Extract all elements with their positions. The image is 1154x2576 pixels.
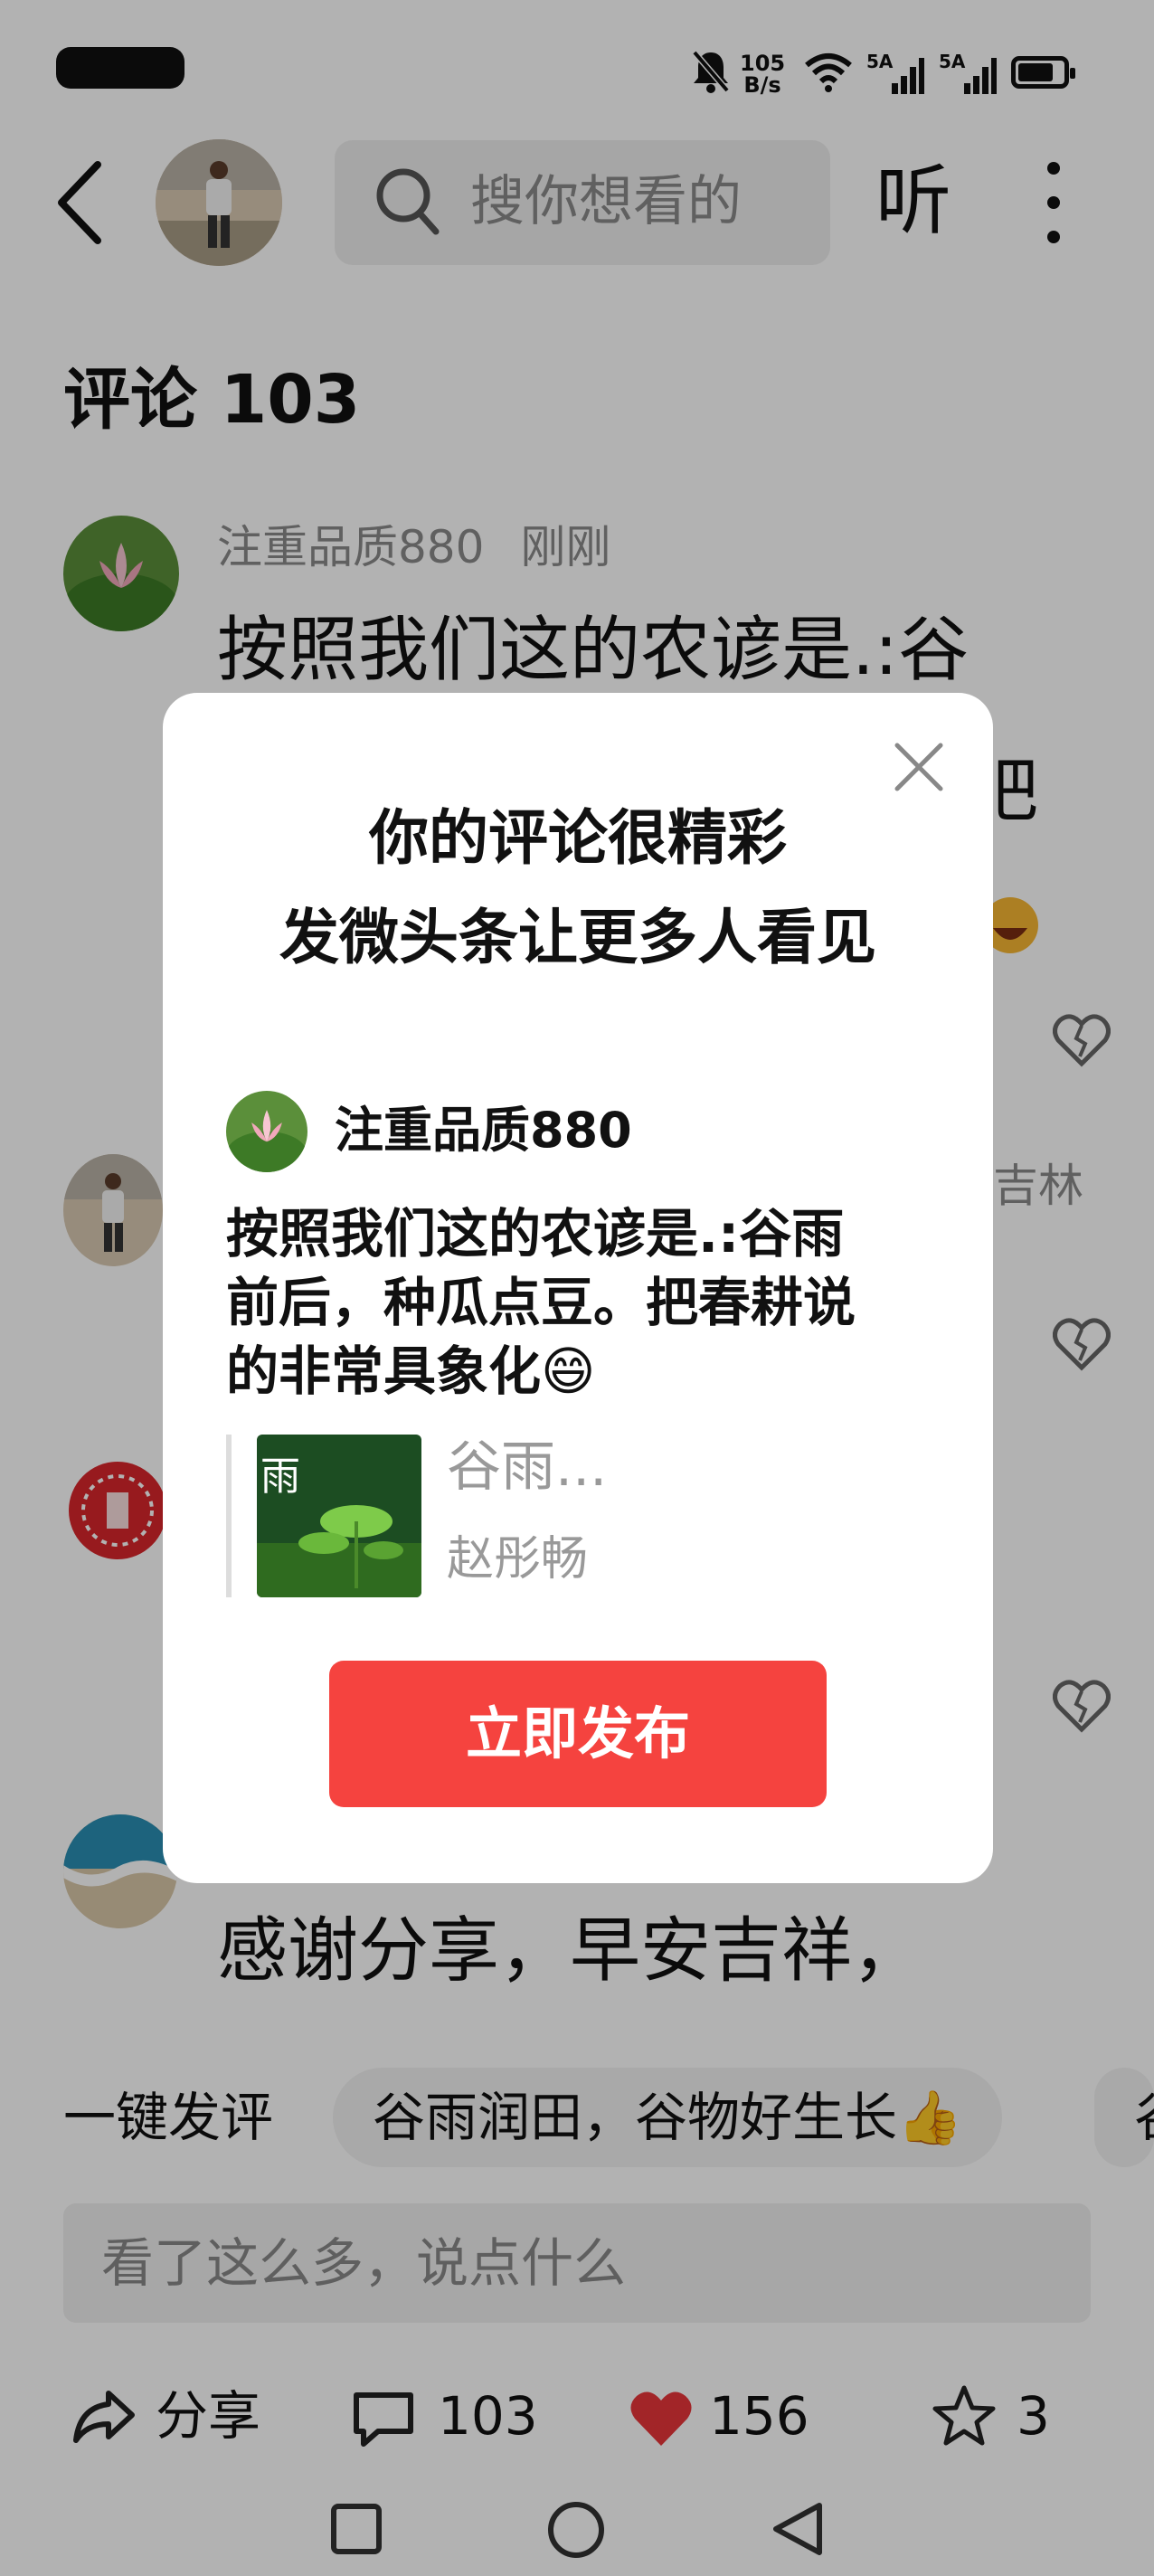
modal-author-name: 注重品质880: [335, 1102, 632, 1159]
modal-title-line-2: 发微头条让更多人看见: [279, 903, 876, 972]
modal-comment-line: 的非常具象化😄: [226, 1340, 596, 1402]
close-icon[interactable]: [890, 738, 948, 796]
modal-author-avatar: [226, 1091, 307, 1172]
modal-comment-line: 前后，种瓜点豆。把春耕说: [226, 1272, 856, 1333]
thumbnail-char: 雨: [260, 1454, 300, 1500]
modal-title-line-1: 你的评论很精彩: [369, 803, 787, 873]
quote-bar: [226, 1435, 232, 1597]
modal-comment-line: 按照我们这的农谚是.:谷雨: [226, 1203, 845, 1264]
article-author: 赵彤畅: [447, 1532, 589, 1586]
lotus-photo-icon: [226, 1091, 307, 1172]
article-thumbnail: 雨: [257, 1435, 421, 1597]
publish-button[interactable]: 立即发布: [329, 1661, 827, 1807]
article-title: 谷雨...: [447, 1435, 608, 1499]
